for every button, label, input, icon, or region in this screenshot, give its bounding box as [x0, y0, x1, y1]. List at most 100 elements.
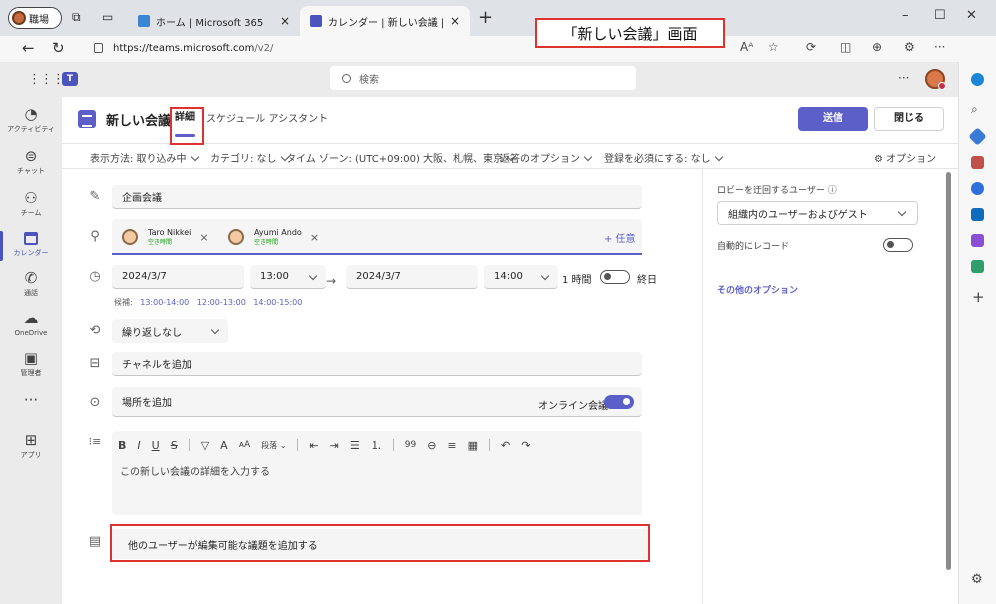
designer-icon[interactable] [971, 234, 984, 247]
outdent-button[interactable]: ⇤ [309, 439, 318, 452]
redo-button[interactable]: ↷ [521, 439, 530, 452]
add-sidebar-app-icon[interactable]: + [972, 288, 985, 306]
add-optional-attendee-link[interactable]: + 任意 [604, 230, 636, 245]
meeting-title-input[interactable]: 企画会議 [112, 185, 642, 209]
details-editor[interactable]: B I U S ▽ A ᴀA 段落 ⌄ ⇤ ⇥ ☰ ⒈ 99 ⊖ ≡ ▦ ↶ ↷… [112, 431, 642, 515]
bullet-list-button[interactable]: ☰ [350, 439, 360, 452]
indent-button[interactable]: ⇥ [330, 439, 339, 452]
repeat-dropdown[interactable]: 繰り返しなし [112, 319, 228, 343]
back-icon[interactable]: ← [22, 39, 35, 57]
end-date-picker[interactable]: 2024/3/7 [346, 265, 478, 289]
response-options-dropdown[interactable]: 返答のオプション [500, 150, 593, 165]
reload-extension-icon[interactable]: ⟳ [806, 40, 816, 54]
show-as-dropdown[interactable]: 表示方法: 取り込み中 [90, 150, 199, 165]
suggestion-link[interactable]: 14:00-15:00 [253, 298, 302, 307]
auto-record-toggle[interactable] [883, 238, 913, 252]
undo-button[interactable]: ↶ [501, 439, 510, 452]
attendees-field[interactable]: Taro Nikkei 空き時間 × Ayumi Ando 空き時間 × + 任意 [112, 219, 642, 255]
workspaces-icon[interactable]: ⧉ [72, 10, 88, 26]
rail-item-apps[interactable]: ⊞ アプリ [0, 427, 62, 469]
tab-actions-icon[interactable]: ▭ [102, 10, 118, 26]
form-scrollbar[interactable] [946, 172, 951, 570]
new-tab-button[interactable]: + [478, 9, 493, 27]
split-screen-icon[interactable]: ◫ [840, 40, 851, 54]
online-meeting-toggle[interactable] [604, 395, 634, 409]
close-window-button[interactable]: ✕ [966, 8, 977, 23]
paragraph-dropdown[interactable]: 段落 ⌄ [261, 440, 286, 451]
minimize-button[interactable]: – [902, 8, 909, 23]
rail-item-teams[interactable]: ⚇ チーム [0, 185, 62, 227]
table-button[interactable]: ▦ [468, 439, 478, 452]
outlook-icon[interactable] [971, 208, 984, 221]
channel-input[interactable]: チャネルを追加 [112, 352, 642, 376]
m365-icon[interactable] [971, 182, 984, 195]
maximize-button[interactable]: ☐ [934, 8, 946, 23]
drop-icon[interactable] [971, 260, 984, 273]
games-icon[interactable] [971, 156, 984, 169]
more-options-link[interactable]: その他のオプション [717, 283, 798, 296]
browser-tab-calendar[interactable]: カレンダー | 新しい会議 | Microsoft × [300, 6, 470, 36]
copilot-icon[interactable] [971, 73, 984, 86]
bold-button[interactable]: B [118, 439, 126, 452]
link-button[interactable]: ⊖ [427, 439, 436, 452]
quote-button[interactable]: 99 [405, 440, 416, 450]
options-button[interactable]: ⚙ オプション [874, 150, 936, 165]
start-time-dropdown[interactable]: 13:00 [250, 265, 326, 289]
rail-item-chat[interactable]: ⊜ チャット [0, 143, 62, 185]
strikethrough-button[interactable]: S [171, 439, 178, 452]
close-tab-icon[interactable]: × [280, 14, 290, 28]
annotation-highlight-details-tab [170, 107, 204, 145]
lobby-dropdown[interactable]: 組織内のユーザーおよびゲスト [717, 201, 918, 225]
search-icon[interactable]: ⌕ [971, 102, 984, 116]
profile-button[interactable]: 職場 [8, 7, 62, 29]
shopping-tag-icon[interactable] [968, 127, 987, 146]
suggestion-link[interactable]: 12:00-13:00 [197, 298, 246, 307]
remove-attendee-icon[interactable]: × [310, 231, 319, 244]
rail-item-more[interactable]: ··· [0, 387, 62, 429]
font-size-button[interactable]: ᴀA [239, 440, 250, 450]
registration-dropdown[interactable]: 登録を必須にする: なし [604, 150, 723, 165]
rail-item-admin[interactable]: ▣ 管理者 [0, 345, 62, 387]
remove-attendee-icon[interactable]: × [199, 231, 208, 244]
font-color-button[interactable]: A [220, 439, 228, 452]
collections-icon[interactable]: ⊕ [872, 40, 882, 54]
timezone-dropdown[interactable]: タイム ゾーン: (UTC+09:00) 大阪、札幌、東京 [286, 150, 516, 165]
attendee-chip[interactable]: Ayumi Ando 空き時間 × [228, 227, 319, 247]
end-time-dropdown[interactable]: 14:00 [484, 265, 558, 289]
close-tab-icon[interactable]: × [450, 14, 460, 28]
annotation-highlight-agenda [110, 524, 650, 562]
sidebar-settings-gear-icon[interactable]: ⚙ [971, 572, 983, 587]
send-button[interactable]: 送信 [798, 107, 868, 131]
browser-tab-m365[interactable]: ホーム | Microsoft 365 × [128, 6, 300, 36]
suggestion-link[interactable]: 13:00-14:00 [140, 298, 189, 307]
app-launcher-icon[interactable]: ⋮⋮⋮ [28, 72, 65, 87]
extensions-icon[interactable]: ⚙ [904, 40, 915, 54]
toolbar-divider [188, 439, 190, 451]
highlight-button[interactable]: ▽ [201, 439, 209, 452]
search-box[interactable]: 検索 [330, 66, 636, 90]
underline-button[interactable]: U [152, 439, 160, 452]
browser-menu-icon[interactable]: ··· [934, 40, 945, 54]
category-dropdown[interactable]: カテゴリ: なし [210, 150, 289, 165]
cloud-icon: ☁ [23, 309, 39, 327]
refresh-icon[interactable]: ↻ [52, 39, 65, 57]
italic-button[interactable]: I [137, 439, 140, 452]
rail-item-activity[interactable]: ◔ アクティビティ [0, 101, 62, 143]
rail-item-onedrive[interactable]: ☁ OneDrive [0, 305, 62, 347]
rail-label: アプリ [20, 451, 42, 459]
attendee-chip[interactable]: Taro Nikkei 空き時間 × [122, 227, 209, 247]
read-aloud-icon[interactable]: Aᴬ [740, 40, 753, 54]
close-button[interactable]: 閉じる [874, 107, 944, 131]
numbered-list-button[interactable]: ⒈ [371, 437, 382, 453]
all-day-toggle[interactable] [600, 270, 630, 284]
info-icon[interactable]: ⓘ [828, 186, 837, 196]
online-meeting-label: オンライン会議 [538, 401, 608, 412]
start-date-picker[interactable]: 2024/3/7 [112, 265, 244, 289]
favorite-star-icon[interactable]: ☆ [768, 40, 779, 54]
tab-scheduling-assistant[interactable]: スケジュール アシスタント [206, 110, 328, 125]
rail-item-calls[interactable]: ✆ 通話 [0, 265, 62, 307]
horizontal-rule-button[interactable]: ≡ [447, 439, 456, 452]
settings-more-icon[interactable]: ··· [898, 71, 909, 85]
user-avatar[interactable] [925, 69, 946, 90]
rail-item-calendar[interactable]: カレンダー [0, 225, 62, 267]
